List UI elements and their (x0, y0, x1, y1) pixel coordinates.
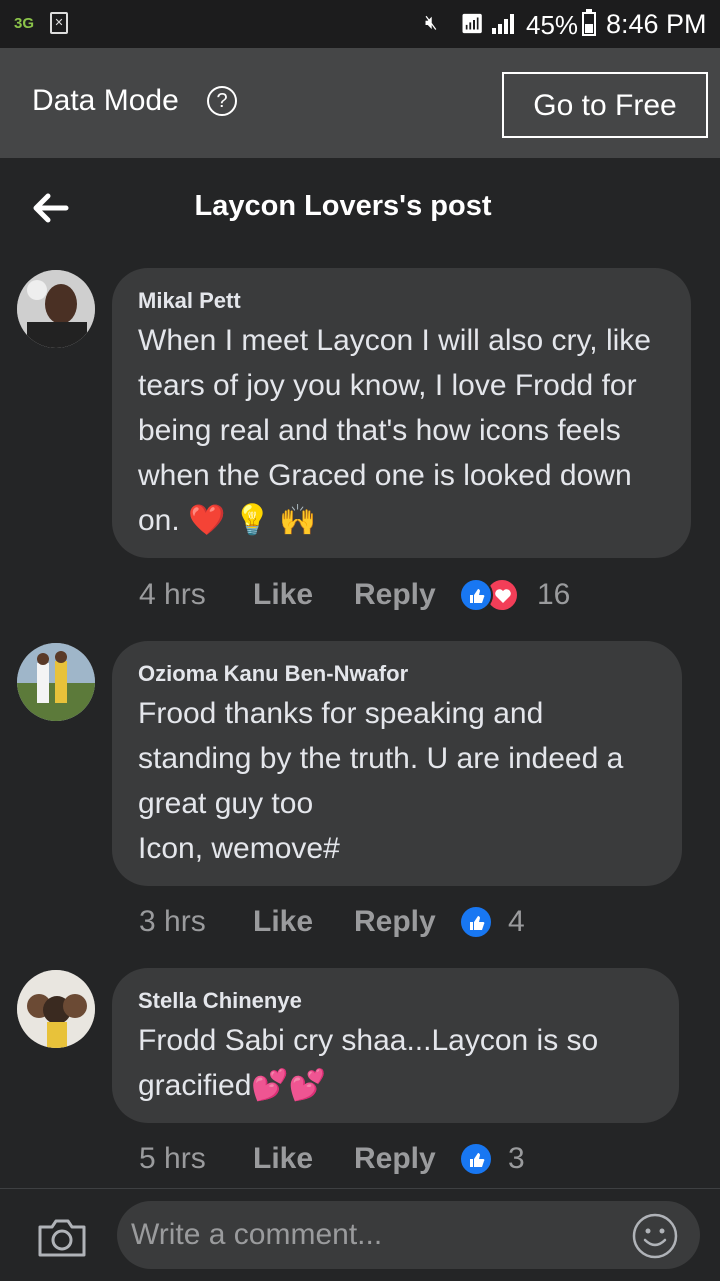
battery-icon (582, 9, 596, 36)
like-button[interactable]: Like (253, 1142, 313, 1176)
comment-actions: 3 hrs Like Reply 4 (139, 905, 699, 945)
go-to-free-button[interactable]: Go to Free (502, 72, 708, 138)
reply-button[interactable]: Reply (354, 578, 436, 612)
data-mode-banner: Data Mode ? Go to Free (0, 48, 720, 158)
data-mode-label: Data Mode (32, 84, 179, 117)
signal-icon (492, 14, 516, 34)
comment-time: 3 hrs (139, 905, 206, 938)
comment-time: 5 hrs (139, 1142, 206, 1175)
avatar[interactable] (17, 970, 95, 1048)
like-reaction-icon (459, 1142, 493, 1176)
no-sim-icon: ✕ (50, 12, 68, 34)
reaction-count[interactable]: 4 (508, 905, 525, 939)
comment-time: 4 hrs (139, 578, 206, 611)
comment-text: Frood thanks for speaking and standing b… (138, 697, 624, 865)
comment-bubble[interactable]: Stella Chinenye Frodd Sabi cry shaa...La… (112, 968, 679, 1123)
like-reaction-icon (459, 905, 493, 939)
status-bar: 3G ✕ 🔇︎ 📶︎ 45% 8:46 PM (0, 0, 720, 48)
comment-author[interactable]: Mikal Pett (138, 288, 665, 314)
avatar[interactable] (17, 643, 95, 721)
reactions[interactable] (459, 1142, 499, 1178)
comment-actions: 4 hrs Like Reply 16 (139, 578, 699, 618)
comment-author[interactable]: Ozioma Kanu Ben-Nwafor (138, 661, 656, 687)
post-header: Laycon Lovers's post (0, 158, 720, 258)
mute-icon: 🔇︎ (425, 12, 438, 34)
question-circle-icon[interactable]: ? (207, 86, 237, 116)
comment-composer: Write a comment... (0, 1188, 720, 1281)
comment-input[interactable]: Write a comment... (117, 1201, 700, 1269)
reactions[interactable] (459, 905, 499, 941)
comment-author[interactable]: Stella Chinenye (138, 988, 653, 1014)
smiley-icon[interactable] (632, 1213, 678, 1259)
comment-text: Frodd Sabi cry shaa...Laycon is so graci… (138, 1024, 599, 1102)
like-button[interactable]: Like (253, 905, 313, 939)
reaction-count[interactable]: 3 (508, 1142, 525, 1176)
wifi-icon: 📶︎ (460, 14, 485, 35)
reply-button[interactable]: Reply (354, 1142, 436, 1176)
page-title: Laycon Lovers's post (194, 190, 492, 222)
reactions[interactable] (459, 578, 529, 614)
avatar[interactable] (17, 270, 95, 348)
comment-text: When I meet Laycon I will also cry, like… (138, 324, 651, 537)
network-type: 3G (14, 15, 35, 32)
reply-button[interactable]: Reply (354, 905, 436, 939)
comment-actions: 5 hrs Like Reply 3 (139, 1142, 699, 1182)
reaction-count[interactable]: 16 (537, 578, 570, 612)
comment-bubble[interactable]: Mikal Pett When I meet Laycon I will als… (112, 268, 691, 558)
camera-icon[interactable] (36, 1215, 88, 1259)
like-button[interactable]: Like (253, 578, 313, 612)
battery-percent: 45% (526, 10, 579, 40)
like-reaction-icon (459, 578, 493, 612)
clock: 8:46 PM (606, 9, 707, 39)
comment-bubble[interactable]: Ozioma Kanu Ben-Nwafor Frood thanks for … (112, 641, 682, 886)
